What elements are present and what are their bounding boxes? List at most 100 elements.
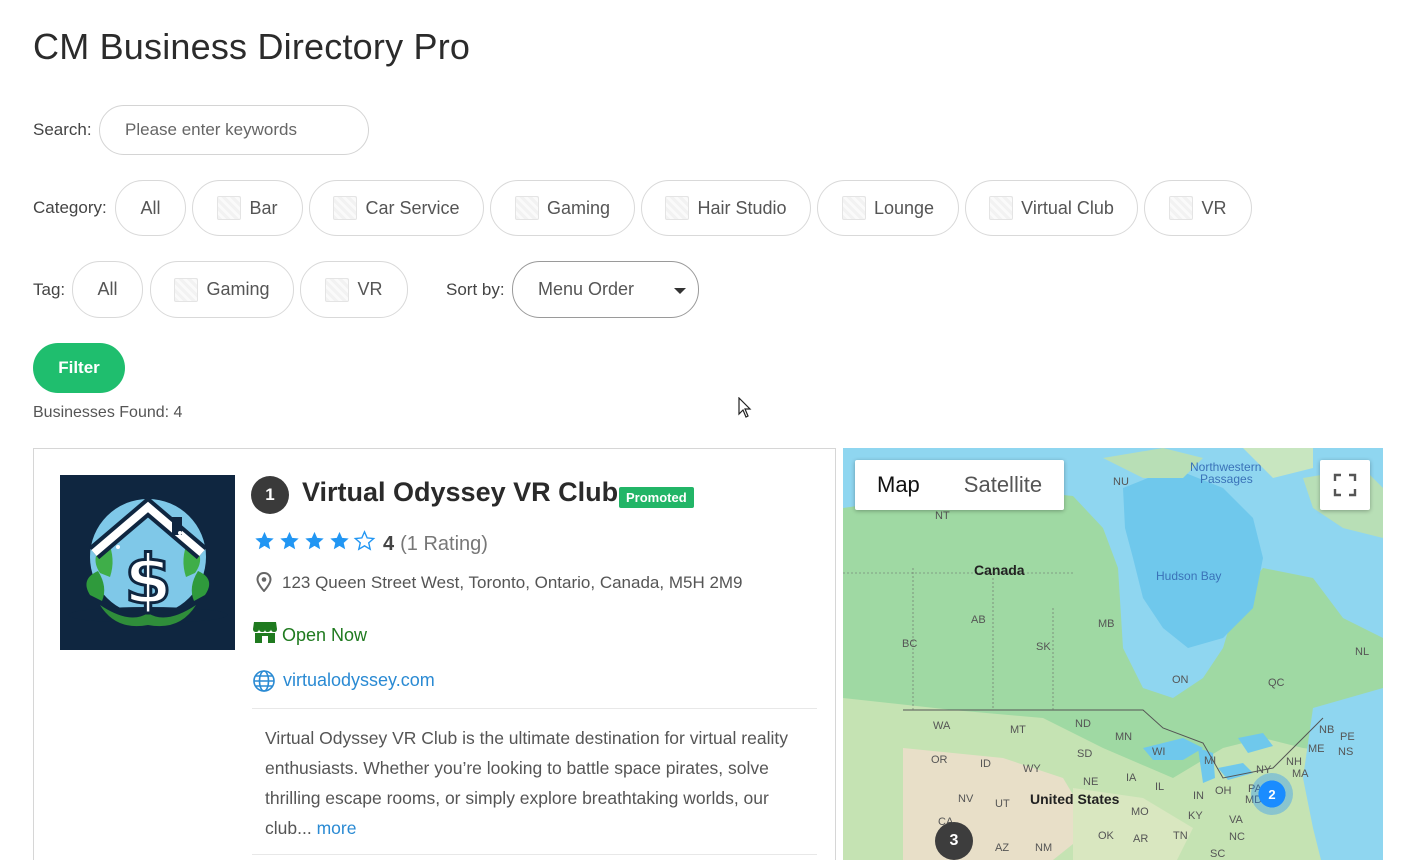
divider bbox=[252, 854, 817, 855]
open-status: Open Now bbox=[282, 625, 368, 645]
business-logo[interactable]: $ bbox=[60, 475, 235, 650]
category-hair-studio[interactable]: Hair Studio bbox=[641, 180, 811, 236]
business-name[interactable]: Virtual Odyssey VR Club bbox=[302, 477, 618, 508]
star-filled-icon bbox=[280, 531, 299, 550]
category-label-text: Lounge bbox=[873, 197, 935, 218]
rank-badge: 1 bbox=[251, 476, 289, 514]
map-label: ON bbox=[1172, 674, 1189, 686]
storefront-icon bbox=[253, 622, 277, 643]
map-label: AB bbox=[971, 614, 986, 626]
map-label: NL bbox=[1355, 646, 1370, 658]
fullscreen-icon bbox=[1333, 473, 1357, 497]
category-label: Category: bbox=[33, 198, 107, 217]
search-label: Search: bbox=[33, 120, 92, 139]
tag-all[interactable]: All bbox=[72, 261, 143, 318]
businesses-found: Businesses Found: 4 bbox=[33, 404, 183, 421]
map-label: NE bbox=[1083, 776, 1099, 788]
map-label: ME bbox=[1308, 743, 1325, 755]
map-label: AZ bbox=[995, 842, 1010, 854]
map-type-map-button[interactable]: Map bbox=[855, 460, 942, 510]
rating-summary: 4 (1 Rating) bbox=[383, 533, 488, 556]
category-label-text: Hair Studio bbox=[697, 197, 787, 218]
category-image-icon bbox=[217, 196, 242, 220]
promoted-badge: Promoted bbox=[619, 487, 694, 508]
map-label: MB bbox=[1098, 618, 1115, 630]
map-label: Hudson Bay bbox=[1156, 569, 1222, 583]
sort-selected-value: Menu Order bbox=[538, 279, 635, 299]
category-virtual-club[interactable]: Virtual Club bbox=[965, 180, 1138, 236]
map-label: OH bbox=[1215, 785, 1232, 797]
filter-button[interactable]: Filter bbox=[33, 343, 125, 393]
map-label: ND bbox=[1075, 718, 1091, 730]
tag-label: Tag: bbox=[33, 280, 66, 299]
map-label: IL bbox=[1155, 781, 1165, 793]
category-all[interactable]: All bbox=[115, 180, 186, 236]
mouse-cursor-icon bbox=[738, 397, 752, 418]
category-image-icon bbox=[841, 196, 866, 220]
map-label: United States bbox=[1030, 791, 1120, 807]
map-label: SD bbox=[1077, 748, 1093, 760]
sort-label: Sort by: bbox=[446, 280, 505, 299]
map-label: MA bbox=[1292, 768, 1309, 780]
map-label: OR bbox=[931, 754, 948, 766]
category-car-service[interactable]: Car Service bbox=[309, 180, 484, 236]
map-cluster-marker[interactable]: 3 bbox=[935, 822, 973, 860]
map-label: WY bbox=[1023, 763, 1041, 775]
category-image-icon bbox=[989, 196, 1014, 220]
map-type-satellite-button[interactable]: Satellite bbox=[942, 460, 1064, 510]
fullscreen-button[interactable] bbox=[1320, 460, 1370, 510]
map-label: NC bbox=[1229, 831, 1245, 843]
map-label: NV bbox=[958, 793, 974, 805]
map-label: NS bbox=[1338, 746, 1354, 758]
category-image-icon bbox=[1169, 196, 1194, 220]
map-label: SK bbox=[1036, 641, 1051, 653]
star-empty-icon bbox=[353, 530, 376, 551]
category-vr[interactable]: VR bbox=[1144, 180, 1252, 236]
map-label: PE bbox=[1340, 731, 1355, 743]
globe-icon bbox=[253, 670, 275, 692]
map-label: MO bbox=[1131, 806, 1149, 818]
tag-gaming[interactable]: Gaming bbox=[150, 261, 294, 318]
website-link[interactable]: virtualodyssey.com bbox=[283, 670, 435, 691]
map-label: MN bbox=[1115, 731, 1133, 743]
map-label: VA bbox=[1229, 814, 1243, 826]
map-label: Canada bbox=[974, 562, 1025, 578]
star-filled-icon bbox=[305, 531, 324, 550]
star-filled-icon bbox=[330, 531, 349, 550]
map-label: NU bbox=[1113, 476, 1129, 488]
map-cluster-marker[interactable]: 2 bbox=[1251, 773, 1293, 815]
tag-image-icon bbox=[325, 277, 350, 302]
map-view[interactable]: Northwestern Passages NU NT Canada Hudso… bbox=[843, 448, 1383, 860]
map-type-control: Map Satellite bbox=[855, 460, 1065, 510]
house-dollar-logo-icon: $ bbox=[68, 496, 228, 627]
tag-image-icon bbox=[174, 277, 199, 302]
category-lounge[interactable]: Lounge bbox=[817, 180, 959, 236]
tag-vr[interactable]: VR bbox=[300, 261, 408, 318]
category-bar[interactable]: Bar bbox=[192, 180, 303, 236]
category-label-text: VR bbox=[1201, 197, 1227, 218]
business-description: Virtual Odyssey VR Club is the ultimate … bbox=[265, 723, 805, 843]
svg-text:$: $ bbox=[124, 541, 171, 620]
category-label-text: Virtual Club bbox=[1021, 197, 1114, 218]
tag-label-text: All bbox=[97, 279, 118, 299]
rating-value: 4 bbox=[383, 533, 395, 555]
map-label: Passages bbox=[1200, 472, 1253, 486]
map-label: AR bbox=[1133, 833, 1149, 845]
map-label: QC bbox=[1268, 677, 1285, 689]
map-label: TN bbox=[1173, 830, 1188, 842]
map-label: KY bbox=[1188, 810, 1203, 822]
star-filled-icon bbox=[255, 531, 274, 550]
page-title: CM Business Directory Pro bbox=[33, 26, 471, 67]
map-label: ID bbox=[980, 758, 991, 770]
category-image-icon bbox=[514, 196, 539, 220]
search-input[interactable] bbox=[99, 105, 369, 155]
map-label: IN bbox=[1193, 790, 1204, 802]
more-link[interactable]: more bbox=[317, 818, 357, 838]
sort-select[interactable]: Menu Order bbox=[512, 261, 699, 318]
map-label: NB bbox=[1319, 724, 1335, 736]
tag-label-text: Gaming bbox=[206, 279, 270, 299]
map-label: NM bbox=[1035, 842, 1053, 854]
map-label: WA bbox=[933, 720, 951, 732]
map-label: OK bbox=[1098, 830, 1114, 842]
category-gaming[interactable]: Gaming bbox=[490, 180, 635, 236]
